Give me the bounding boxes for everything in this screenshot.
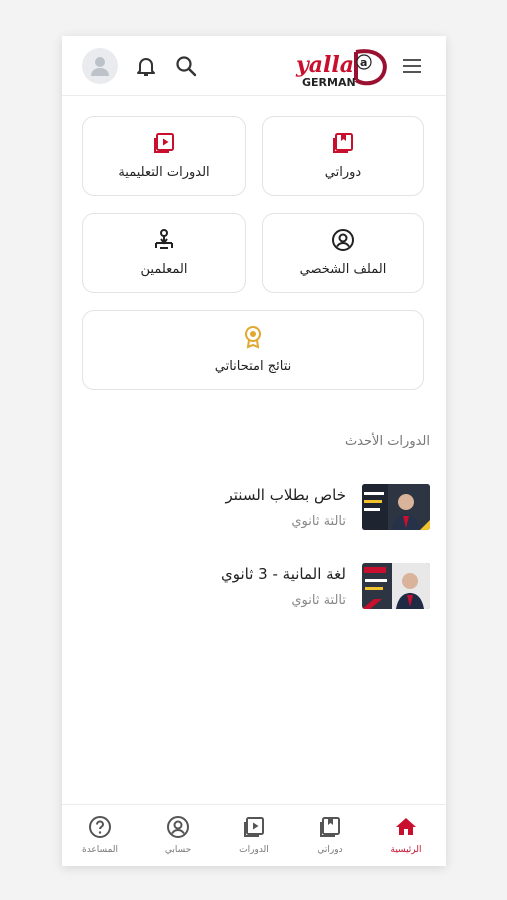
nav-label: حسابي: [164, 845, 192, 855]
nav-label: الدورات: [239, 845, 269, 855]
card-label: نتائج امتحاناتي: [214, 359, 292, 374]
home-icon: [396, 818, 416, 835]
nav-label: المساعدة: [81, 845, 119, 855]
avatar-button[interactable]: [82, 48, 118, 84]
nav-courses[interactable]: الدورات: [216, 805, 292, 866]
help-icon: [89, 816, 111, 838]
menu-icon[interactable]: [400, 54, 424, 78]
card-my-courses[interactable]: دوراتي: [262, 116, 424, 196]
course-item[interactable]: لغة المانية - 3 ثانوي تالتة ثانوي: [62, 563, 446, 623]
search-icon[interactable]: [174, 54, 198, 78]
card-label: المعلمين: [140, 262, 188, 277]
nav-home[interactable]: الرئيسية: [368, 805, 444, 866]
bookmark-icon: [333, 133, 353, 153]
teacher-icon: [155, 229, 173, 249]
course-subtitle: تالتة ثانوي: [291, 514, 346, 529]
card-teachers[interactable]: المعلمين: [82, 213, 246, 293]
logo-text-top: yalla: [295, 52, 354, 78]
bell-icon[interactable]: [134, 54, 158, 78]
nav-label: الرئيسية: [390, 845, 422, 855]
nav-my-courses[interactable]: دوراتي: [292, 805, 368, 866]
card-label: دوراتي: [324, 165, 362, 180]
card-exam-results[interactable]: نتائج امتحاناتي: [82, 310, 424, 390]
nav-help[interactable]: المساعدة: [62, 805, 138, 866]
app-screen: a yalla GERMAN دوراتي الدورات التعليمية …: [62, 36, 446, 866]
profile-icon: [332, 229, 354, 251]
top-app-bar: a yalla GERMAN: [62, 36, 446, 96]
course-title: لغة المانية - 3 ثانوي: [220, 565, 346, 583]
brand-logo: a yalla GERMAN: [294, 44, 390, 90]
video-library-icon: [154, 133, 174, 153]
latest-courses-heading: الدورات الأحدث: [344, 434, 430, 449]
course-title: خاص بطلاب السنتر: [225, 486, 346, 504]
nav-account[interactable]: حسابي: [140, 805, 216, 866]
account-icon: [167, 816, 189, 838]
card-profile[interactable]: الملف الشخصي: [262, 213, 424, 293]
avatar-icon: [91, 57, 109, 76]
bottom-navigation: الرئيسية دوراتي الدورات حسابي المساعدة: [62, 804, 446, 866]
course-subtitle: تالتة ثانوي: [291, 593, 346, 608]
svg-text:a: a: [360, 56, 367, 69]
course-item[interactable]: خاص بطلاب السنتر تالتة ثانوي: [62, 484, 446, 544]
video-library-icon: [244, 817, 264, 837]
card-label: الدورات التعليمية: [118, 165, 210, 180]
logo-text-bottom: GERMAN: [302, 76, 356, 89]
card-educational-courses[interactable]: الدورات التعليمية: [82, 116, 246, 196]
award-icon: [245, 326, 261, 349]
nav-label: دوراتي: [317, 845, 343, 855]
course-thumbnail: [362, 484, 430, 530]
card-label: الملف الشخصي: [299, 262, 387, 277]
course-thumbnail: [362, 563, 430, 609]
bookmark-icon: [320, 817, 340, 837]
